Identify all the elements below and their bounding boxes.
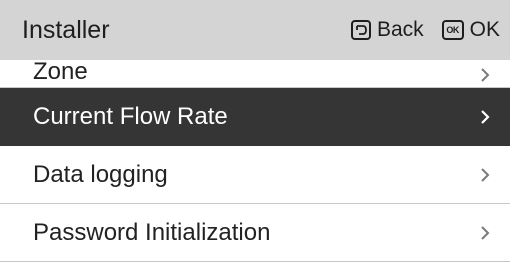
chevron-right-icon xyxy=(481,226,490,240)
menu-item-password-initialization[interactable]: Password Initialization xyxy=(0,204,510,262)
menu-item-label: Current Flow Rate xyxy=(33,103,228,130)
back-arrow-icon[interactable] xyxy=(350,20,371,40)
chevron-right-icon xyxy=(481,110,490,124)
menu-item-label: Zone xyxy=(33,58,88,85)
menu-list: Zone Current Flow Rate Data logging Pass… xyxy=(0,44,510,262)
ok-key-icon[interactable]: OK xyxy=(441,20,464,40)
header-actions: Back OK OK xyxy=(350,17,500,43)
menu-item-data-logging[interactable]: Data logging xyxy=(0,146,510,204)
chevron-right-icon xyxy=(481,168,490,182)
header-bar: Installer Back OK OK xyxy=(0,0,510,60)
menu-item-label: Data logging xyxy=(33,161,168,188)
back-button[interactable]: Back xyxy=(377,17,424,43)
chevron-right-icon xyxy=(481,68,490,82)
menu-item-current-flow-rate[interactable]: Current Flow Rate xyxy=(0,88,510,146)
page-title: Installer xyxy=(22,16,110,44)
ok-button[interactable]: OK xyxy=(470,17,500,43)
menu-item-label: Password Initialization xyxy=(33,219,271,246)
installer-screen: Zone Current Flow Rate Data logging Pass… xyxy=(0,0,510,267)
